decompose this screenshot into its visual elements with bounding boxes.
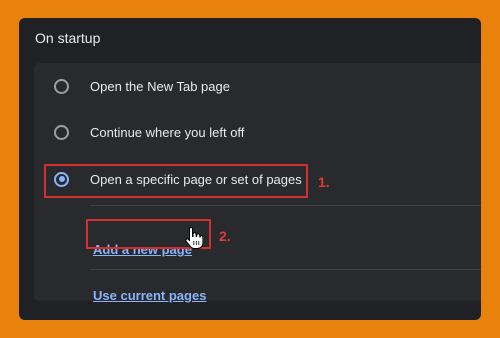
- option-label: Open the New Tab page: [90, 78, 230, 94]
- use-current-pages-link[interactable]: Use current pages: [93, 288, 206, 303]
- radio-specific-pages[interactable]: [54, 171, 69, 187]
- divider: [90, 269, 481, 270]
- add-new-page-link[interactable]: Add a new page: [93, 242, 192, 257]
- settings-panel: On startup Open the New Tab page Continu…: [19, 18, 481, 320]
- section-title: On startup: [35, 30, 101, 46]
- radio-new-tab[interactable]: [54, 78, 69, 94]
- option-new-tab[interactable]: Open the New Tab page: [34, 68, 481, 104]
- option-label: Continue where you left off: [90, 124, 245, 140]
- option-continue[interactable]: Continue where you left off: [34, 114, 481, 150]
- step1-label: 1.: [318, 174, 330, 190]
- startup-options-card: Open the New Tab page Continue where you…: [34, 63, 481, 303]
- option-specific-pages[interactable]: Open a specific page or set of pages: [34, 161, 481, 197]
- divider: [90, 205, 481, 206]
- step2-label: 2.: [219, 228, 231, 244]
- hand-pointer-icon: [185, 227, 203, 249]
- option-label: Open a specific page or set of pages: [90, 171, 302, 187]
- radio-continue[interactable]: [54, 124, 69, 140]
